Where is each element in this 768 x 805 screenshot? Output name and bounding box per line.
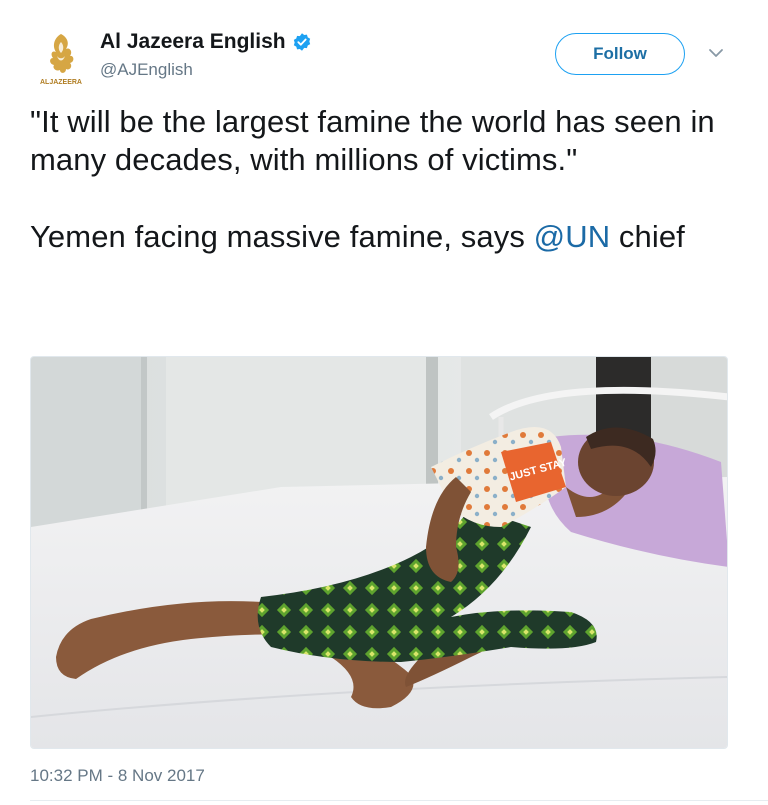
svg-text:ALJAZEERA: ALJAZEERA — [40, 79, 82, 86]
mention-link[interactable]: @UN — [534, 219, 611, 254]
author-handle[interactable]: @AJEnglish — [100, 60, 193, 80]
verified-badge-icon — [293, 33, 310, 51]
tweet-headline-prefix: Yemen facing massive famine, says — [30, 218, 534, 254]
author-display-name[interactable]: Al Jazeera English — [100, 30, 286, 54]
chevron-down-icon[interactable] — [707, 44, 725, 62]
tweet-timestamp[interactable]: 10:32 PM - 8 Nov 2017 — [30, 766, 205, 786]
tweet-photo[interactable]: JUST STAY — [30, 356, 728, 749]
photo-illustration: JUST STAY — [31, 357, 727, 748]
tweet-headline: Yemen facing massive famine, says @UN ch… — [30, 218, 740, 256]
tweet-headline-suffix: chief — [610, 218, 685, 254]
follow-button[interactable]: Follow — [555, 33, 685, 75]
tweet-quote: "It will be the largest famine the world… — [30, 104, 715, 178]
aljazeera-logo-icon: ALJAZEERA — [40, 34, 82, 86]
divider — [30, 800, 768, 801]
author-name-row[interactable]: Al Jazeera English — [100, 30, 312, 54]
tweet-text: "It will be the largest famine the world… — [30, 103, 740, 256]
avatar[interactable]: ALJAZEERA — [30, 28, 92, 90]
